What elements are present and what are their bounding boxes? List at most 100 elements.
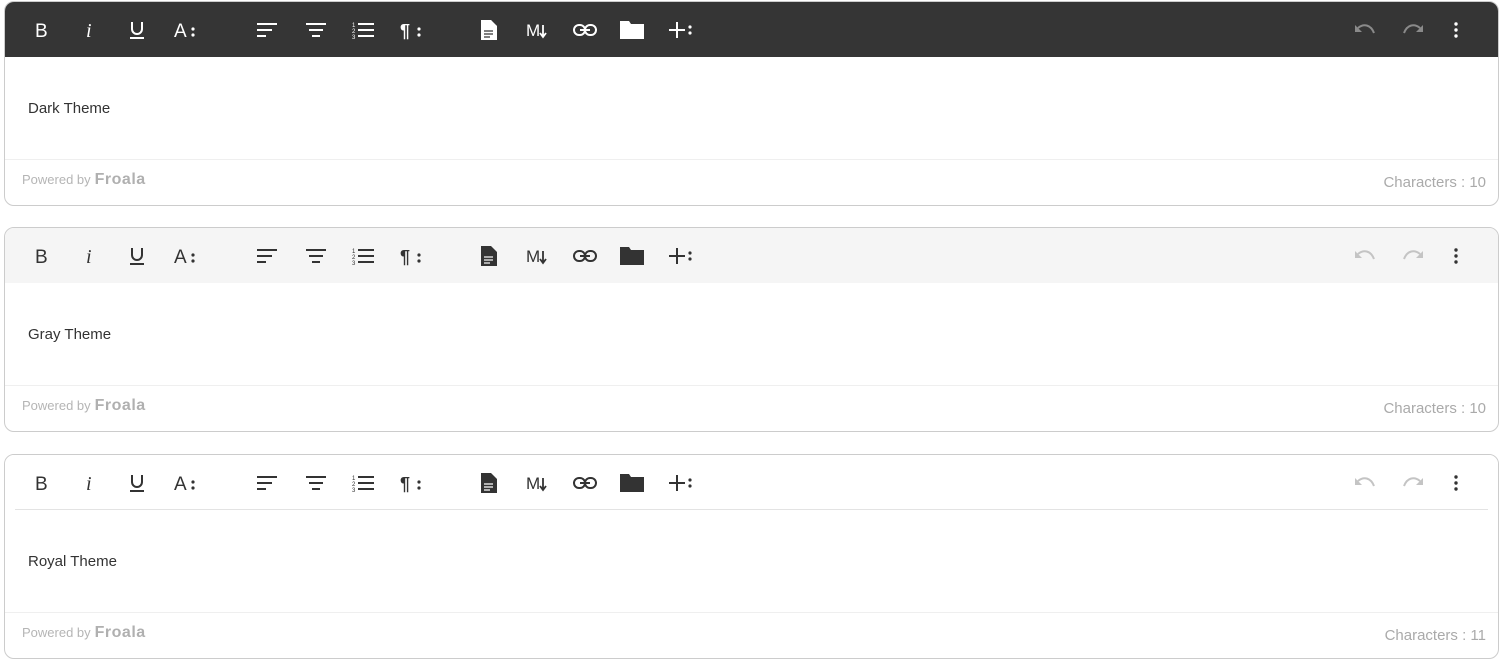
insert-more-icon (669, 474, 693, 492)
undo-button[interactable] (1348, 13, 1382, 47)
svg-text:A: A (174, 474, 187, 495)
svg-text:i: i (86, 20, 92, 42)
folder-button[interactable] (615, 466, 649, 500)
markdown-button[interactable]: M (520, 239, 554, 273)
link-icon (573, 249, 597, 263)
redo-button[interactable] (1396, 466, 1430, 500)
more-vertical-icon (1454, 22, 1458, 38)
editor-footer: Powered by Froala Characters : 11 (5, 612, 1498, 658)
text-more-button[interactable]: A (168, 239, 202, 273)
italic-button[interactable]: i (72, 239, 106, 273)
svg-text:M: M (526, 21, 540, 40)
bold-icon: B (34, 247, 50, 268)
editor-footer: Powered by Froala Characters : 10 (5, 159, 1498, 205)
more-options-button[interactable] (1439, 239, 1473, 273)
align-left-icon (257, 249, 277, 263)
paragraph-more-button[interactable]: ¶ (394, 239, 428, 273)
redo-button[interactable] (1396, 13, 1430, 47)
paragraph-more-button[interactable]: ¶ (394, 13, 428, 47)
more-options-button[interactable] (1439, 13, 1473, 47)
editor-content-area[interactable]: Dark Theme (5, 58, 1498, 159)
folder-icon (620, 247, 644, 265)
insert-more-button[interactable] (664, 13, 698, 47)
bold-button[interactable]: B (25, 13, 59, 47)
ordered-list-icon: 123 (352, 474, 374, 494)
insert-file-button[interactable] (472, 466, 506, 500)
insert-more-icon (669, 21, 693, 39)
ordered-list-icon: 123 (352, 21, 374, 41)
italic-button[interactable]: i (72, 13, 106, 47)
powered-by[interactable]: Powered by Froala (22, 624, 146, 642)
link-button[interactable] (568, 466, 602, 500)
italic-icon: i (83, 473, 95, 495)
link-icon (573, 23, 597, 37)
insert-more-button[interactable] (664, 466, 698, 500)
underline-button[interactable] (120, 13, 154, 47)
paragraph-more-button[interactable]: ¶ (394, 466, 428, 500)
text-more-button[interactable]: A (168, 13, 202, 47)
toolbar: B i A 123 ¶ M (5, 455, 1498, 510)
link-button[interactable] (568, 239, 602, 273)
character-count: Characters : 11 (1384, 627, 1486, 644)
align-left-button[interactable] (250, 13, 284, 47)
insert-file-button[interactable] (472, 13, 506, 47)
toolbar: B i A 123 ¶ M (5, 228, 1498, 283)
text-more-button[interactable]: A (168, 466, 202, 500)
align-center-button[interactable] (299, 13, 333, 47)
italic-icon: i (83, 246, 95, 268)
ordered-list-button[interactable]: 123 (346, 239, 380, 273)
bold-button[interactable]: B (25, 466, 59, 500)
bold-button[interactable]: B (25, 239, 59, 273)
bold-icon: B (34, 474, 50, 495)
align-left-button[interactable] (250, 466, 284, 500)
svg-text:3: 3 (352, 35, 356, 41)
undo-button[interactable] (1348, 466, 1382, 500)
undo-icon (1354, 24, 1376, 36)
svg-text:i: i (86, 246, 92, 268)
underline-icon (128, 473, 146, 493)
folder-button[interactable] (615, 239, 649, 273)
align-left-button[interactable] (250, 239, 284, 273)
svg-text:M: M (526, 247, 540, 266)
redo-icon (1402, 250, 1424, 262)
editor-content-area[interactable]: Gray Theme (5, 284, 1498, 385)
more-options-button[interactable] (1439, 466, 1473, 500)
content-text: Gray Theme (28, 326, 112, 343)
undo-button[interactable] (1348, 239, 1382, 273)
powered-by-label: Powered by (22, 398, 91, 413)
underline-button[interactable] (120, 466, 154, 500)
ordered-list-button[interactable]: 123 (346, 466, 380, 500)
folder-button[interactable] (615, 13, 649, 47)
markdown-button[interactable]: M (520, 466, 554, 500)
powered-by[interactable]: Powered by Froala (22, 397, 146, 415)
markdown-icon: M (526, 21, 548, 40)
folder-icon (620, 474, 644, 492)
powered-by[interactable]: Powered by Froala (22, 171, 146, 189)
editor-content-area[interactable]: Royal Theme (5, 511, 1498, 612)
svg-text:M: M (526, 474, 540, 493)
redo-button[interactable] (1396, 239, 1430, 273)
insert-more-icon (669, 247, 693, 265)
italic-button[interactable]: i (72, 466, 106, 500)
align-center-button[interactable] (299, 466, 333, 500)
ordered-list-button[interactable]: 123 (346, 13, 380, 47)
svg-text:¶: ¶ (400, 21, 410, 41)
editor-footer: Powered by Froala Characters : 10 (5, 385, 1498, 431)
svg-text:3: 3 (352, 261, 356, 267)
editor-gray-theme: B i A 123 ¶ M Gray Theme Powered by Froa… (4, 227, 1499, 432)
underline-button[interactable] (120, 239, 154, 273)
powered-by-label: Powered by (22, 625, 91, 640)
insert-file-button[interactable] (472, 239, 506, 273)
align-center-icon (306, 23, 326, 37)
svg-text:3: 3 (352, 488, 356, 494)
insert-more-button[interactable] (664, 239, 698, 273)
align-center-icon (306, 249, 326, 263)
underline-icon (128, 246, 146, 266)
link-button[interactable] (568, 13, 602, 47)
italic-icon: i (83, 20, 95, 42)
markdown-button[interactable]: M (520, 13, 554, 47)
powered-by-label: Powered by (22, 172, 91, 187)
align-center-icon (306, 476, 326, 490)
align-center-button[interactable] (299, 239, 333, 273)
svg-text:A: A (174, 247, 187, 268)
